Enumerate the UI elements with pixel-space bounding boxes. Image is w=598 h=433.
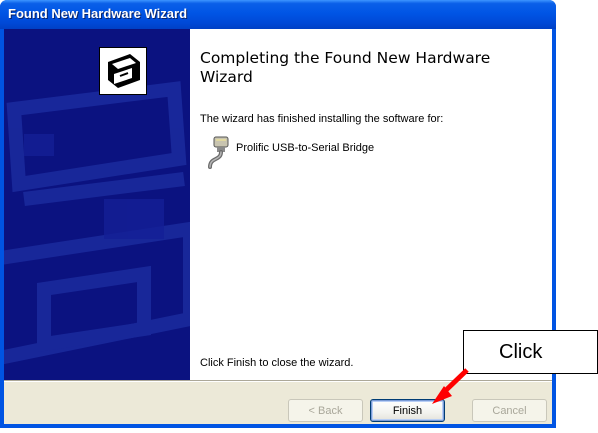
callout-label: Click — [499, 341, 543, 363]
install-description: The wizard has finished installing the s… — [200, 113, 444, 125]
click-callout: Click — [463, 330, 598, 374]
wizard-watermark-panel — [4, 29, 190, 380]
page-title: Completing the Found New Hardware Wizard — [200, 49, 491, 86]
serial-cable-icon — [204, 135, 234, 169]
button-divider — [4, 380, 552, 382]
finish-instruction: Click Finish to close the wizard. — [200, 357, 354, 369]
title-bar[interactable]: Found New Hardware Wizard — [0, 0, 556, 29]
hardware-wizard-icon — [99, 47, 147, 95]
back-button[interactable]: < Back — [288, 399, 363, 422]
cancel-button[interactable]: Cancel — [472, 399, 547, 422]
wizard-content: Completing the Found New Hardware Wizard… — [190, 29, 552, 380]
device-name: Prolific USB-to-Serial Bridge — [236, 142, 375, 154]
finish-button[interactable]: Finish — [370, 399, 445, 422]
window-title: Found New Hardware Wizard — [8, 6, 188, 21]
hardware-watermark-graphic — [4, 81, 190, 365]
